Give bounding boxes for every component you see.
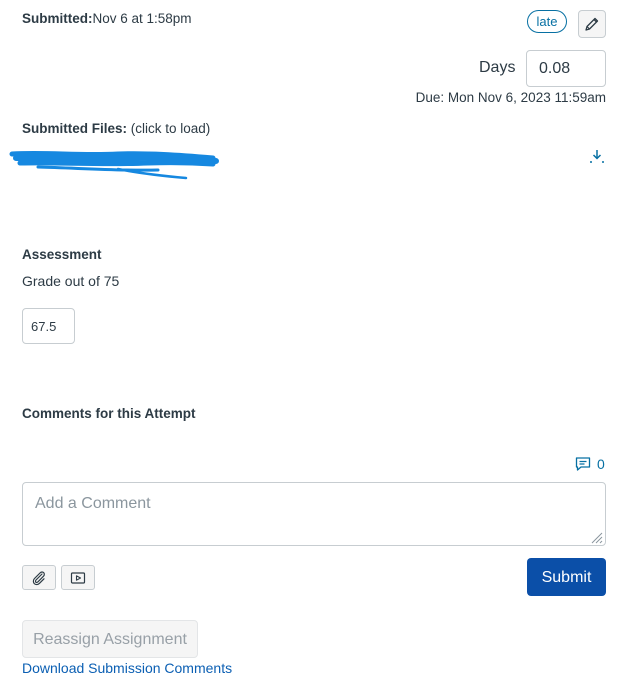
submit-comment-button[interactable]: Submit bbox=[527, 558, 606, 596]
due-date: Due: Mon Nov 6, 2023 11:59am bbox=[415, 90, 606, 105]
edit-button[interactable] bbox=[578, 10, 606, 38]
media-icon bbox=[70, 571, 86, 584]
grade-input[interactable] bbox=[22, 308, 75, 344]
download-icon[interactable] bbox=[589, 148, 605, 164]
attach-file-button[interactable] bbox=[22, 565, 56, 590]
pencil-icon bbox=[585, 17, 599, 31]
redacted-filename-scribble[interactable] bbox=[8, 148, 223, 184]
comment-count[interactable]: 0 bbox=[575, 456, 605, 472]
submitted-files-line: Submitted Files: (click to load) bbox=[22, 121, 210, 136]
paperclip-icon bbox=[32, 570, 45, 585]
download-submission-comments-link[interactable]: Download Submission Comments bbox=[22, 660, 232, 676]
days-label: Days bbox=[479, 59, 516, 76]
late-badge: late bbox=[527, 10, 567, 33]
comment-textarea[interactable] bbox=[22, 482, 606, 546]
submitted-files-label: Submitted Files: bbox=[22, 121, 128, 136]
submitted-value: Nov 6 at 1:58pm bbox=[92, 11, 192, 26]
comment-icon bbox=[575, 457, 591, 471]
assessment-heading: Assessment bbox=[22, 247, 102, 262]
submitted-files-hint: (click to load) bbox=[130, 121, 211, 136]
grade-label: Grade out of 75 bbox=[22, 273, 120, 289]
submitted-label: Submitted: bbox=[22, 11, 93, 26]
comments-heading: Comments for this Attempt bbox=[22, 406, 196, 421]
record-media-button[interactable] bbox=[61, 565, 95, 590]
days-late-input[interactable] bbox=[526, 50, 606, 87]
resize-grip-icon[interactable] bbox=[589, 530, 603, 544]
submitted-line: Submitted:Nov 6 at 1:58pm bbox=[22, 11, 192, 26]
comment-count-value: 0 bbox=[597, 456, 605, 472]
reassign-assignment-button[interactable]: Reassign Assignment bbox=[22, 620, 198, 658]
